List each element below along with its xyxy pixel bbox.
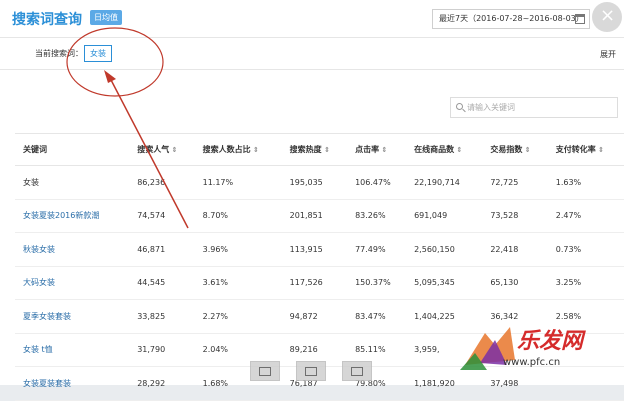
table-cell: 11.17% xyxy=(194,165,282,200)
column-header-label: 在线商品数 xyxy=(414,145,455,154)
table-cell: 0.73% xyxy=(547,232,624,267)
table-cell: 3.25% xyxy=(547,266,624,300)
table-cell: 77.49% xyxy=(347,232,407,267)
calendar-icon[interactable] xyxy=(575,14,585,24)
column-header-4[interactable]: 点击率 ⇕ xyxy=(347,133,407,166)
table-cell: 1.63% xyxy=(547,165,624,200)
daily-average-tag: 日均值 xyxy=(90,10,122,25)
column-header-1[interactable]: 搜索人气 ⇕ xyxy=(129,133,195,166)
fit-screen-button[interactable] xyxy=(296,361,326,381)
table-cell: 33,825 xyxy=(129,299,195,334)
table-cell: 72,725 xyxy=(482,165,548,200)
table-cell: 83.47% xyxy=(347,299,407,334)
sort-icon[interactable]: ⇕ xyxy=(379,146,388,154)
search-placeholder: 请输入关键词 xyxy=(467,103,515,112)
keyword-search-input[interactable]: 请输入关键词 xyxy=(450,97,618,118)
keyword-query-modal: 搜索词查询 日均值 最近7天（2016-07-28~2016-08-03） × … xyxy=(0,0,624,401)
column-header-3[interactable]: 搜索热度 ⇕ xyxy=(281,133,348,166)
table-cell: 2,560,150 xyxy=(406,232,483,267)
keyword-cell[interactable]: 女装夏装套装 xyxy=(15,366,130,401)
table-cell: 3.96% xyxy=(194,232,282,267)
table-row: 大码女装 44,545 3.61% 117,526 150.37% 5,095,345 65… xyxy=(15,266,624,300)
fit-screen-icon xyxy=(305,367,317,376)
table-cell: 65,130 xyxy=(482,266,548,300)
close-icon: × xyxy=(600,5,616,26)
column-header-label: 点击率 xyxy=(355,145,380,154)
annotation-arrowhead xyxy=(104,70,116,83)
keyword-cell[interactable]: 女装夏装2016新款潮 xyxy=(15,199,130,233)
table-cell: 201,851 xyxy=(281,199,348,233)
current-keyword-chip[interactable]: 女装 xyxy=(84,45,112,62)
sort-icon[interactable]: ⇕ xyxy=(169,146,178,154)
table-cell: 31,790 xyxy=(129,333,195,367)
expand-link[interactable]: 展开 xyxy=(600,49,616,60)
table-cell: 28,292 xyxy=(129,366,195,401)
image-viewer-toolbar xyxy=(250,361,374,383)
column-header-label: 支付转化率 xyxy=(555,145,596,154)
table-cell: 44,545 xyxy=(129,266,195,300)
keyword-cell[interactable]: 秋装女装 xyxy=(15,232,130,267)
edit-button[interactable] xyxy=(342,361,372,381)
prev-icon xyxy=(259,367,271,376)
column-header-label: 关键词 xyxy=(23,145,47,154)
current-keyword-bar: 当前搜索词： 女装 展开 xyxy=(0,40,624,70)
sort-icon[interactable]: ⇕ xyxy=(322,146,330,154)
modal-header: 搜索词查询 日均值 最近7天（2016-07-28~2016-08-03） × xyxy=(0,0,624,38)
keyword-cell[interactable]: 大码女装 xyxy=(15,266,130,300)
table-cell: 3.61% xyxy=(194,266,282,300)
column-header-5[interactable]: 在线商品数 ⇕ xyxy=(406,133,483,166)
sort-icon[interactable]: ⇕ xyxy=(522,146,531,154)
keyword-cell[interactable]: 女装 t恤 xyxy=(15,333,130,367)
column-header-7[interactable]: 支付转化率 ⇕ xyxy=(547,133,624,166)
prev-button[interactable] xyxy=(250,361,280,381)
date-range-label: 最近7天（2016-07-28~2016-08-03） xyxy=(439,14,584,23)
column-header-label: 搜索热度 xyxy=(289,145,322,154)
column-header-6[interactable]: 交易指数 ⇕ xyxy=(482,133,548,166)
keyword-cell[interactable]: 夏季女装套装 xyxy=(15,299,130,334)
column-header-2[interactable]: 搜索人数占比 ⇕ xyxy=(194,133,282,166)
sort-icon[interactable]: ⇕ xyxy=(454,146,463,154)
table-cell: 46,871 xyxy=(129,232,195,267)
table-cell: 117,526 xyxy=(281,266,348,300)
keyword-cell[interactable]: 女装 xyxy=(15,165,130,200)
table-cell: 150.37% xyxy=(347,266,407,300)
table-row: 女装夏装2016新款潮 74,574 8.70% 201,851 83.26% 691,0… xyxy=(15,199,624,233)
site-watermark: 乐发网 www.pfc.cn xyxy=(455,315,624,385)
table-cell: 22,190,714 xyxy=(406,165,483,200)
sort-icon[interactable]: ⇕ xyxy=(251,146,259,154)
table-header-row: 关键词 搜索人气 ⇕ 搜索人数占比 ⇕ 搜索热度 ⇕ 点击率 ⇕ 在线商品数 ⇕ 交易指数 … xyxy=(15,133,624,166)
column-header-0: 关键词 xyxy=(15,133,130,166)
table-cell: 2.27% xyxy=(194,299,282,334)
table-cell: 106.47% xyxy=(347,165,407,200)
table-cell: 22,418 xyxy=(482,232,548,267)
modal-title: 搜索词查询 xyxy=(12,12,82,28)
watermark-text: 乐发网 xyxy=(517,328,584,354)
table-cell: 195,035 xyxy=(281,165,348,200)
edit-icon xyxy=(351,367,363,376)
date-range-picker[interactable]: 最近7天（2016-07-28~2016-08-03） xyxy=(432,9,590,29)
table-cell: 691,049 xyxy=(406,199,483,233)
current-keyword-label: 当前搜索词： xyxy=(35,49,83,58)
close-button[interactable]: × xyxy=(592,2,622,32)
table-cell: 83.26% xyxy=(347,199,407,233)
table-cell: 86,236 xyxy=(129,165,195,200)
sort-icon[interactable]: ⇕ xyxy=(596,146,604,154)
table-cell: 5,095,345 xyxy=(406,266,483,300)
table-cell: 2.47% xyxy=(547,199,624,233)
column-header-label: 交易指数 xyxy=(490,145,523,154)
column-header-label: 搜索人数占比 xyxy=(202,145,251,154)
table-cell: 74,574 xyxy=(129,199,195,233)
watermark-url: www.pfc.cn xyxy=(503,357,561,368)
table-row: 女装 86,236 11.17% 195,035 106.47% 22,190,714 72… xyxy=(15,165,624,200)
table-row: 秋装女装 46,871 3.96% 113,915 77.49% 2,560,150 22,… xyxy=(15,232,624,267)
column-header-label: 搜索人气 xyxy=(137,145,170,154)
table-cell: 73,528 xyxy=(482,199,548,233)
table-cell: 8.70% xyxy=(194,199,282,233)
table-cell: 94,872 xyxy=(281,299,348,334)
search-icon xyxy=(456,103,463,110)
table-cell: 113,915 xyxy=(281,232,348,267)
